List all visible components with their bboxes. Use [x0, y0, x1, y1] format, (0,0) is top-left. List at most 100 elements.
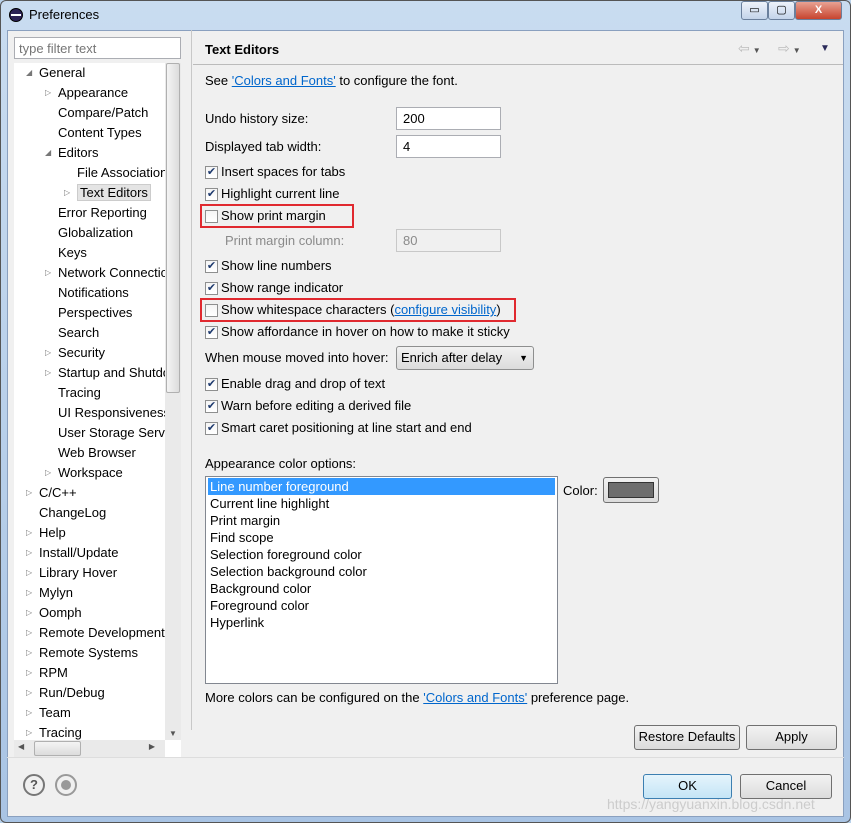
- collapsed-arrow-icon[interactable]: ▷: [26, 483, 32, 502]
- tree-item[interactable]: ▷ Team: [26, 703, 71, 722]
- checkbox-label[interactable]: Insert spaces for tabs: [221, 164, 345, 179]
- import-export-icon[interactable]: [55, 774, 77, 796]
- collapsed-arrow-icon[interactable]: ▷: [26, 523, 32, 542]
- color-option-item[interactable]: Selection foreground color: [208, 546, 555, 563]
- tree-item[interactable]: Keys: [58, 243, 87, 262]
- undo-history-input[interactable]: 200: [396, 107, 501, 130]
- color-option-item[interactable]: Background color: [208, 580, 555, 597]
- tree-vertical-scrollbar[interactable]: ▼: [165, 63, 181, 740]
- tree-item[interactable]: File Associations: [77, 163, 174, 182]
- color-option-item[interactable]: Current line highlight: [208, 495, 555, 512]
- color-option-item[interactable]: Print margin: [208, 512, 555, 529]
- forward-menu-icon[interactable]: ▼: [793, 46, 804, 55]
- collapsed-arrow-icon[interactable]: ▷: [26, 563, 32, 582]
- tab-width-input[interactable]: 4: [396, 135, 501, 158]
- collapsed-arrow-icon[interactable]: ▷: [45, 83, 51, 102]
- checkbox[interactable]: ✔: [205, 326, 218, 339]
- scroll-right-icon[interactable]: ▶: [149, 742, 155, 751]
- tree-item[interactable]: ▷ Mylyn: [26, 583, 73, 602]
- tree-item[interactable]: ▷ Text Editors: [64, 183, 151, 202]
- tree-item[interactable]: ◢ Editors: [45, 143, 98, 162]
- tree-item[interactable]: User Storage Service: [58, 423, 181, 442]
- apply-button[interactable]: Apply: [746, 725, 837, 750]
- checkbox[interactable]: ✔: [205, 378, 218, 391]
- tree-item[interactable]: ▷ Library Hover: [26, 563, 117, 582]
- tree-item[interactable]: ChangeLog: [39, 503, 106, 522]
- tree-item[interactable]: Content Types: [58, 123, 142, 142]
- color-option-item[interactable]: Line number foreground: [208, 478, 555, 495]
- collapsed-arrow-icon[interactable]: ▷: [26, 543, 32, 562]
- collapsed-arrow-icon[interactable]: ▷: [45, 263, 51, 282]
- collapsed-arrow-icon[interactable]: ▷: [26, 623, 32, 642]
- collapsed-arrow-icon[interactable]: ▷: [26, 683, 32, 702]
- checkbox[interactable]: ✔: [205, 422, 218, 435]
- checkbox[interactable]: ✔: [205, 166, 218, 179]
- checkbox[interactable]: ✔: [205, 400, 218, 413]
- collapsed-arrow-icon[interactable]: ▷: [45, 463, 51, 482]
- collapsed-arrow-icon[interactable]: ▷: [26, 663, 32, 682]
- color-option-item[interactable]: Find scope: [208, 529, 555, 546]
- hscroll-thumb[interactable]: [34, 741, 81, 756]
- tree-item[interactable]: ▷ Install/Update: [26, 543, 119, 562]
- tree-item[interactable]: Web Browser: [58, 443, 136, 462]
- expanded-arrow-icon[interactable]: ◢: [26, 63, 32, 82]
- color-option-item[interactable]: Hyperlink: [208, 614, 555, 631]
- tree-item[interactable]: Error Reporting: [58, 203, 147, 222]
- collapsed-arrow-icon[interactable]: ▷: [64, 183, 70, 202]
- tree-horizontal-scrollbar[interactable]: ◀ ▶: [14, 740, 165, 757]
- tree-item[interactable]: ▷ Network Connections: [45, 263, 181, 282]
- checkbox[interactable]: ✔: [205, 188, 218, 201]
- expanded-arrow-icon[interactable]: ◢: [45, 143, 51, 162]
- color-button[interactable]: [603, 477, 659, 503]
- nav-back-icon[interactable]: ⇦▼: [738, 40, 764, 57]
- maximize-button[interactable]: ▢: [768, 1, 795, 20]
- nav-forward-icon[interactable]: ⇨▼: [778, 40, 804, 57]
- collapsed-arrow-icon[interactable]: ▷: [26, 643, 32, 662]
- tree-item[interactable]: ▷ Remote Development: [26, 623, 165, 642]
- tree-item[interactable]: Tracing: [58, 383, 101, 402]
- filter-input[interactable]: [14, 37, 181, 59]
- scroll-down-icon[interactable]: ▼: [169, 729, 177, 738]
- back-menu-icon[interactable]: ▼: [753, 46, 764, 55]
- footer-colors-fonts-link[interactable]: 'Colors and Fonts': [423, 690, 527, 705]
- collapsed-arrow-icon[interactable]: ▷: [45, 343, 51, 362]
- scroll-left-icon[interactable]: ◀: [18, 742, 24, 751]
- help-icon[interactable]: ?: [23, 774, 45, 796]
- color-option-item[interactable]: Foreground color: [208, 597, 555, 614]
- collapsed-arrow-icon[interactable]: ▷: [26, 703, 32, 722]
- tree-item[interactable]: Perspectives: [58, 303, 132, 322]
- tree-item[interactable]: ▷ C/C++: [26, 483, 77, 502]
- tree-item[interactable]: ▷ Security: [45, 343, 105, 362]
- close-button[interactable]: X: [795, 1, 842, 20]
- tree-item[interactable]: ▷ Help: [26, 523, 66, 542]
- tree-item[interactable]: ▷ Startup and Shutdown: [45, 363, 181, 382]
- scroll-thumb[interactable]: [166, 63, 180, 393]
- tree-item[interactable]: UI Responsiveness: [58, 403, 170, 422]
- checkbox-label[interactable]: Show range indicator: [221, 280, 343, 295]
- checkbox[interactable]: ✔: [205, 282, 218, 295]
- checkbox-label[interactable]: Show line numbers: [221, 258, 332, 273]
- tree-item[interactable]: ▷ Oomph: [26, 603, 82, 622]
- view-menu-icon[interactable]: ▼: [820, 43, 830, 54]
- collapsed-arrow-icon[interactable]: ▷: [26, 583, 32, 602]
- tree-item[interactable]: Search: [58, 323, 99, 342]
- tree-item[interactable]: ◢ General: [26, 63, 85, 82]
- checkbox-label[interactable]: Warn before editing a derived file: [221, 398, 411, 413]
- collapsed-arrow-icon[interactable]: ▷: [26, 603, 32, 622]
- hover-select[interactable]: Enrich after delay ▼: [396, 346, 534, 370]
- tree-item[interactable]: Compare/Patch: [58, 103, 148, 122]
- checkbox-label[interactable]: Enable drag and drop of text: [221, 376, 385, 391]
- tree-item[interactable]: ▷ Appearance: [45, 83, 128, 102]
- tree-item[interactable]: ▷ Run/Debug: [26, 683, 105, 702]
- minimize-button[interactable]: ▭: [741, 1, 768, 20]
- tree-item[interactable]: ▷ Remote Systems: [26, 643, 138, 662]
- checkbox[interactable]: ✔: [205, 260, 218, 273]
- tree-item[interactable]: Notifications: [58, 283, 129, 302]
- tree-item[interactable]: ▷ RPM: [26, 663, 68, 682]
- tree-item[interactable]: Globalization: [58, 223, 133, 242]
- colors-fonts-link[interactable]: 'Colors and Fonts': [232, 73, 336, 88]
- checkbox-label[interactable]: Highlight current line: [221, 186, 340, 201]
- collapsed-arrow-icon[interactable]: ▷: [45, 363, 51, 382]
- color-option-item[interactable]: Selection background color: [208, 563, 555, 580]
- checkbox-label[interactable]: Show affordance in hover on how to make …: [221, 324, 510, 339]
